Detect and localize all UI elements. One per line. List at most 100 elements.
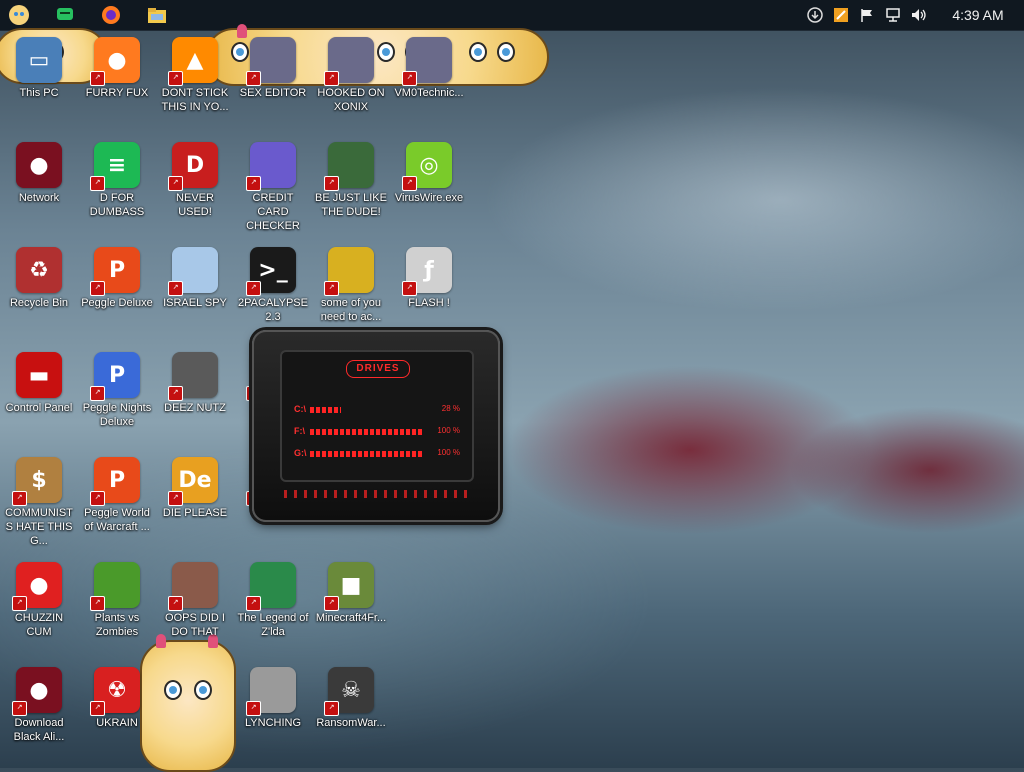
peggle-icon: P ↗ xyxy=(90,247,140,296)
desktop-icon[interactable]: ● ↗ CHUZZIN CUM xyxy=(0,557,78,657)
drive-usage-bar xyxy=(310,451,422,457)
desktop-icon[interactable]: ≡ ↗ D FOR DUMBASS xyxy=(78,137,156,237)
desktop-icon[interactable]: D ↗ NEVER USED! xyxy=(156,137,234,237)
chuzzle-icon: ● ↗ xyxy=(12,562,62,611)
app-icon: ↗ xyxy=(402,37,452,86)
desktop-icon[interactable]: De ↗ DIE PLEASE xyxy=(156,452,234,552)
network-orb-icon: ● ↗ xyxy=(12,667,62,716)
drives-title: DRIVES xyxy=(346,360,410,378)
scooby-icon: ↗ xyxy=(324,247,374,296)
icon-glyph: ▬ xyxy=(28,362,50,388)
shortcut-arrow-icon: ↗ xyxy=(168,596,183,611)
desktop-icon[interactable]: $ ↗ COMMUNISTS HATE THIS G... xyxy=(0,452,78,552)
desktop-icon[interactable]: ■ ↗ Minecraft4Fr... xyxy=(312,557,390,657)
download-icon[interactable] xyxy=(802,0,828,30)
desktop-icon-label: RansomWar... xyxy=(316,717,386,729)
desktop-icon[interactable]: ƒ ↗ FLASH ! xyxy=(390,242,468,342)
icon-glyph: ƒ xyxy=(424,257,434,283)
shortcut-arrow-icon: ↗ xyxy=(12,596,27,611)
chat-icon[interactable] xyxy=(50,0,80,30)
desktop-icon[interactable]: ↗ LYNCHING xyxy=(234,662,312,762)
shortcut-arrow-icon: ↗ xyxy=(402,176,417,191)
shortcut-arrow-icon: ↗ xyxy=(246,281,261,296)
de-icon: De ↗ xyxy=(168,457,218,506)
desktop-icon[interactable]: ▭ This PC xyxy=(0,32,78,132)
sticker-icon[interactable] xyxy=(4,0,34,30)
desktop-icon[interactable]: P ↗ Peggle World of Warcraft ... xyxy=(78,452,156,552)
desktop-icon[interactable]: ↗ CREDIT CARD CHECKER xyxy=(234,137,312,237)
desktop-icon[interactable]: ↗ HOOKED ON XONIX xyxy=(312,32,390,132)
desktop-icon-label: D FOR DUMBASS xyxy=(89,192,145,218)
spotify-icon: ≡ ↗ xyxy=(90,142,140,191)
drive-usage-bar xyxy=(310,429,422,435)
icon-glyph: P xyxy=(108,467,126,493)
desktop-icon[interactable]: P ↗ Peggle Nights Deluxe xyxy=(78,347,156,447)
desktop-icon[interactable]: ● ↗ Download Black Ali... xyxy=(0,662,78,762)
drives-decoration xyxy=(284,490,468,498)
firefox-icon[interactable] xyxy=(96,0,126,30)
network-orb-icon: ● xyxy=(16,142,62,188)
game-icon: ↗ xyxy=(324,142,374,191)
desktop-icon-label: LYNCHING xyxy=(244,717,302,729)
desktop-icon-label: Control Panel xyxy=(5,402,73,414)
desktop-icon[interactable]: ♻ Recycle Bin xyxy=(0,242,78,342)
drive-row-c: C:\ 28 % xyxy=(294,404,460,416)
icon-glyph: ▭ xyxy=(28,47,50,73)
shortcut-arrow-icon: ↗ xyxy=(90,701,105,716)
desktop-icon[interactable]: ↗ OOPS DID I DO THAT xyxy=(156,557,234,657)
desktop-icon[interactable]: ↗ Plants vs Zombies xyxy=(78,557,156,657)
desktop-icon[interactable]: ▬ Control Panel xyxy=(0,347,78,447)
desktop-icon-label: UKRAIN xyxy=(96,717,138,729)
desktop-icon[interactable]: ☠ ↗ RansomWar... xyxy=(312,662,390,762)
shortcut-arrow-icon: ↗ xyxy=(168,491,183,506)
file-explorer-icon[interactable] xyxy=(142,0,172,30)
limewire-icon: ◎ ↗ xyxy=(402,142,452,191)
shortcut-arrow-icon: ↗ xyxy=(12,701,27,716)
drives-widget[interactable]: DRIVES C:\ 28 % F:\ 100 % G:\ 100 % xyxy=(252,330,500,522)
desktop-icon-label: FURRY FUX xyxy=(85,87,149,99)
desktop-icon[interactable]: ● ↗ FURRY FUX xyxy=(78,32,156,132)
desktop-icon[interactable]: ↗ some of you need to ac... xyxy=(312,242,390,342)
shortcut-arrow-icon: ↗ xyxy=(246,701,261,716)
flag-icon[interactable] xyxy=(854,0,880,30)
shortcut-arrow-icon: ↗ xyxy=(324,701,339,716)
volume-icon[interactable] xyxy=(906,0,932,30)
desktop-icon-label: Minecraft4Fr... xyxy=(315,612,387,624)
desktop-icon[interactable]: ↗ SEX EDITOR xyxy=(234,32,312,132)
shortcut-arrow-icon: ↗ xyxy=(168,386,183,401)
desktop-icon[interactable]: ↗ BE JUST LIKE THE DUDE! xyxy=(312,137,390,237)
drive-row-f: F:\ 100 % xyxy=(294,426,460,438)
desktop-icon-label: Peggle World of Warcraft ... xyxy=(84,507,150,533)
taskbar-clock[interactable]: 4:39 AM xyxy=(932,7,1024,23)
desktop-icon[interactable]: ▲ ↗ DONT STICK THIS IN YO... xyxy=(156,32,234,132)
drive-percent: 100 % xyxy=(437,448,460,457)
desktop-icon[interactable]: ↗ VM0Technic... xyxy=(390,32,468,132)
desktop-icon[interactable]: ↗ ISRAEL SPY xyxy=(156,242,234,342)
drives-panel: DRIVES C:\ 28 % F:\ 100 % G:\ 100 % xyxy=(280,350,474,482)
desktop-icon[interactable]: P ↗ Peggle Deluxe xyxy=(78,242,156,342)
desktop-icon[interactable]: ● Network xyxy=(0,137,78,237)
desktop-icon[interactable]: >_ ↗ 2PACALYPSE 2.3 xyxy=(234,242,312,342)
desktop-icon[interactable]: ↗ DEEZ NUTZ xyxy=(156,347,234,447)
shortcut-arrow-icon: ↗ xyxy=(90,596,105,611)
icon-glyph: P xyxy=(108,257,126,283)
desktop-icon[interactable]: ↗ The Legend of Z'lda xyxy=(234,557,312,657)
desktop-icon-label: COMMUNISTS HATE THIS G... xyxy=(5,507,73,547)
desktop-icon-label: CHUZZIN CUM xyxy=(14,612,64,638)
desktop-icon-label: Network xyxy=(18,192,60,204)
credit-card-icon: ↗ xyxy=(246,142,296,191)
notes-icon[interactable] xyxy=(828,0,854,30)
minecraft-icon: ■ ↗ xyxy=(324,562,374,611)
icon-glyph: ☠ xyxy=(341,677,361,703)
icon-glyph: P xyxy=(108,362,126,388)
firefox-icon: ● ↗ xyxy=(90,37,140,86)
shortcut-arrow-icon: ↗ xyxy=(402,281,417,296)
drive-label: G:\ xyxy=(294,448,307,458)
desktop-icon[interactable]: ☢ ↗ UKRAIN xyxy=(78,662,156,762)
shortcut-arrow-icon: ↗ xyxy=(324,71,339,86)
icon-glyph: >_ xyxy=(258,257,288,283)
drive-label: C:\ xyxy=(294,404,306,414)
desktop-icon[interactable]: ◎ ↗ VirusWire.exe xyxy=(390,137,468,237)
network-icon[interactable] xyxy=(880,0,906,30)
desktop-icon-label: BE JUST LIKE THE DUDE! xyxy=(315,192,387,218)
